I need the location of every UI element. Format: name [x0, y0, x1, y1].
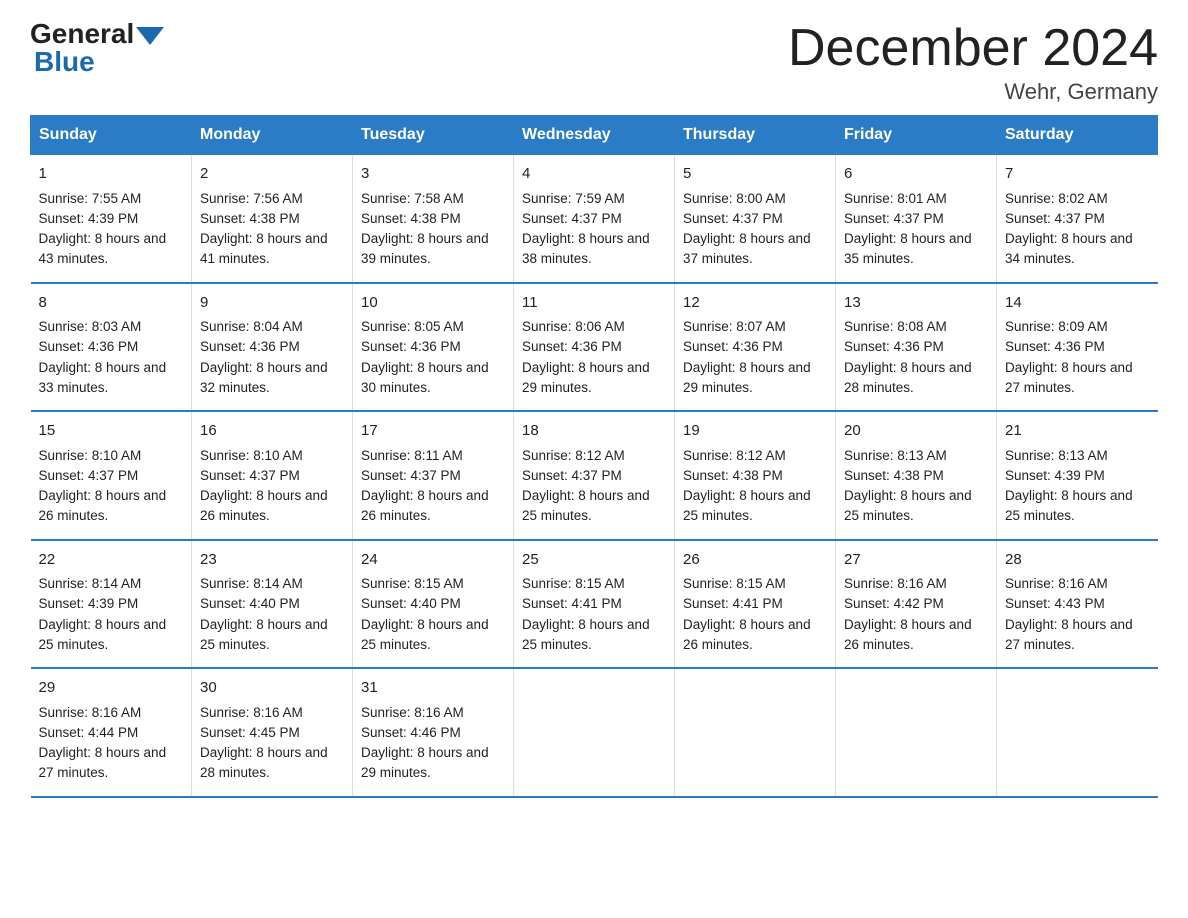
- calendar-cell: 4Sunrise: 7:59 AMSunset: 4:37 PMDaylight…: [514, 155, 675, 283]
- day-number: 23: [200, 549, 344, 572]
- calendar-cell: 8Sunrise: 8:03 AMSunset: 4:36 PMDaylight…: [31, 283, 192, 412]
- calendar-week-row: 15Sunrise: 8:10 AMSunset: 4:37 PMDayligh…: [31, 411, 1158, 540]
- calendar-week-row: 8Sunrise: 8:03 AMSunset: 4:36 PMDaylight…: [31, 283, 1158, 412]
- day-number: 12: [683, 292, 827, 315]
- day-number: 6: [844, 163, 988, 186]
- day-number: 11: [522, 292, 666, 315]
- calendar-cell: 14Sunrise: 8:09 AMSunset: 4:36 PMDayligh…: [997, 283, 1158, 412]
- calendar-cell: 23Sunrise: 8:14 AMSunset: 4:40 PMDayligh…: [192, 540, 353, 669]
- calendar-cell: 1Sunrise: 7:55 AMSunset: 4:39 PMDaylight…: [31, 155, 192, 283]
- day-number: 19: [683, 420, 827, 443]
- logo-general-text: General: [30, 20, 134, 48]
- calendar-week-row: 1Sunrise: 7:55 AMSunset: 4:39 PMDaylight…: [31, 155, 1158, 283]
- day-number: 1: [39, 163, 184, 186]
- day-number: 18: [522, 420, 666, 443]
- calendar-cell: 13Sunrise: 8:08 AMSunset: 4:36 PMDayligh…: [836, 283, 997, 412]
- day-number: 26: [683, 549, 827, 572]
- calendar-cell: 19Sunrise: 8:12 AMSunset: 4:38 PMDayligh…: [675, 411, 836, 540]
- calendar-cell: 27Sunrise: 8:16 AMSunset: 4:42 PMDayligh…: [836, 540, 997, 669]
- calendar-cell: 26Sunrise: 8:15 AMSunset: 4:41 PMDayligh…: [675, 540, 836, 669]
- calendar-cell: 2Sunrise: 7:56 AMSunset: 4:38 PMDaylight…: [192, 155, 353, 283]
- calendar-cell: 22Sunrise: 8:14 AMSunset: 4:39 PMDayligh…: [31, 540, 192, 669]
- calendar-cell: 11Sunrise: 8:06 AMSunset: 4:36 PMDayligh…: [514, 283, 675, 412]
- calendar-cell: 12Sunrise: 8:07 AMSunset: 4:36 PMDayligh…: [675, 283, 836, 412]
- calendar-cell: 3Sunrise: 7:58 AMSunset: 4:38 PMDaylight…: [353, 155, 514, 283]
- day-number: 21: [1005, 420, 1150, 443]
- calendar-cell: 9Sunrise: 8:04 AMSunset: 4:36 PMDaylight…: [192, 283, 353, 412]
- calendar-cell: 25Sunrise: 8:15 AMSunset: 4:41 PMDayligh…: [514, 540, 675, 669]
- day-number: 16: [200, 420, 344, 443]
- day-number: 25: [522, 549, 666, 572]
- col-header-friday: Friday: [836, 116, 997, 155]
- day-number: 17: [361, 420, 505, 443]
- day-number: 5: [683, 163, 827, 186]
- col-header-sunday: Sunday: [31, 116, 192, 155]
- day-number: 14: [1005, 292, 1150, 315]
- logo-blue-text: Blue: [34, 46, 95, 78]
- day-number: 8: [39, 292, 184, 315]
- calendar-cell: 6Sunrise: 8:01 AMSunset: 4:37 PMDaylight…: [836, 155, 997, 283]
- calendar-cell: [836, 668, 997, 797]
- calendar-cell: 28Sunrise: 8:16 AMSunset: 4:43 PMDayligh…: [997, 540, 1158, 669]
- calendar-cell: 30Sunrise: 8:16 AMSunset: 4:45 PMDayligh…: [192, 668, 353, 797]
- day-number: 22: [39, 549, 184, 572]
- day-number: 27: [844, 549, 988, 572]
- col-header-saturday: Saturday: [997, 116, 1158, 155]
- calendar-week-row: 29Sunrise: 8:16 AMSunset: 4:44 PMDayligh…: [31, 668, 1158, 797]
- day-number: 15: [39, 420, 184, 443]
- calendar-cell: 29Sunrise: 8:16 AMSunset: 4:44 PMDayligh…: [31, 668, 192, 797]
- col-header-wednesday: Wednesday: [514, 116, 675, 155]
- day-number: 28: [1005, 549, 1150, 572]
- logo-arrow-icon: [136, 27, 164, 45]
- month-title: December 2024: [788, 20, 1158, 77]
- calendar-cell: 5Sunrise: 8:00 AMSunset: 4:37 PMDaylight…: [675, 155, 836, 283]
- calendar-cell: 18Sunrise: 8:12 AMSunset: 4:37 PMDayligh…: [514, 411, 675, 540]
- calendar-cell: [675, 668, 836, 797]
- calendar-cell: 16Sunrise: 8:10 AMSunset: 4:37 PMDayligh…: [192, 411, 353, 540]
- calendar-header-row: SundayMondayTuesdayWednesdayThursdayFrid…: [31, 116, 1158, 155]
- day-number: 10: [361, 292, 505, 315]
- calendar-cell: 20Sunrise: 8:13 AMSunset: 4:38 PMDayligh…: [836, 411, 997, 540]
- col-header-monday: Monday: [192, 116, 353, 155]
- day-number: 9: [200, 292, 344, 315]
- calendar-cell: 7Sunrise: 8:02 AMSunset: 4:37 PMDaylight…: [997, 155, 1158, 283]
- calendar-cell: 15Sunrise: 8:10 AMSunset: 4:37 PMDayligh…: [31, 411, 192, 540]
- day-number: 24: [361, 549, 505, 572]
- calendar-week-row: 22Sunrise: 8:14 AMSunset: 4:39 PMDayligh…: [31, 540, 1158, 669]
- day-number: 30: [200, 677, 344, 700]
- day-number: 20: [844, 420, 988, 443]
- day-number: 31: [361, 677, 505, 700]
- day-number: 13: [844, 292, 988, 315]
- calendar-cell: 31Sunrise: 8:16 AMSunset: 4:46 PMDayligh…: [353, 668, 514, 797]
- calendar-cell: [997, 668, 1158, 797]
- calendar-cell: [514, 668, 675, 797]
- calendar-table: SundayMondayTuesdayWednesdayThursdayFrid…: [30, 115, 1158, 798]
- calendar-cell: 17Sunrise: 8:11 AMSunset: 4:37 PMDayligh…: [353, 411, 514, 540]
- day-number: 7: [1005, 163, 1150, 186]
- location: Wehr, Germany: [788, 79, 1158, 105]
- col-header-tuesday: Tuesday: [353, 116, 514, 155]
- day-number: 2: [200, 163, 344, 186]
- page-header: General Blue December 2024 Wehr, Germany: [30, 20, 1158, 105]
- logo: General Blue: [30, 20, 164, 78]
- day-number: 4: [522, 163, 666, 186]
- col-header-thursday: Thursday: [675, 116, 836, 155]
- calendar-cell: 10Sunrise: 8:05 AMSunset: 4:36 PMDayligh…: [353, 283, 514, 412]
- calendar-cell: 21Sunrise: 8:13 AMSunset: 4:39 PMDayligh…: [997, 411, 1158, 540]
- day-number: 3: [361, 163, 505, 186]
- day-number: 29: [39, 677, 184, 700]
- title-block: December 2024 Wehr, Germany: [788, 20, 1158, 105]
- calendar-cell: 24Sunrise: 8:15 AMSunset: 4:40 PMDayligh…: [353, 540, 514, 669]
